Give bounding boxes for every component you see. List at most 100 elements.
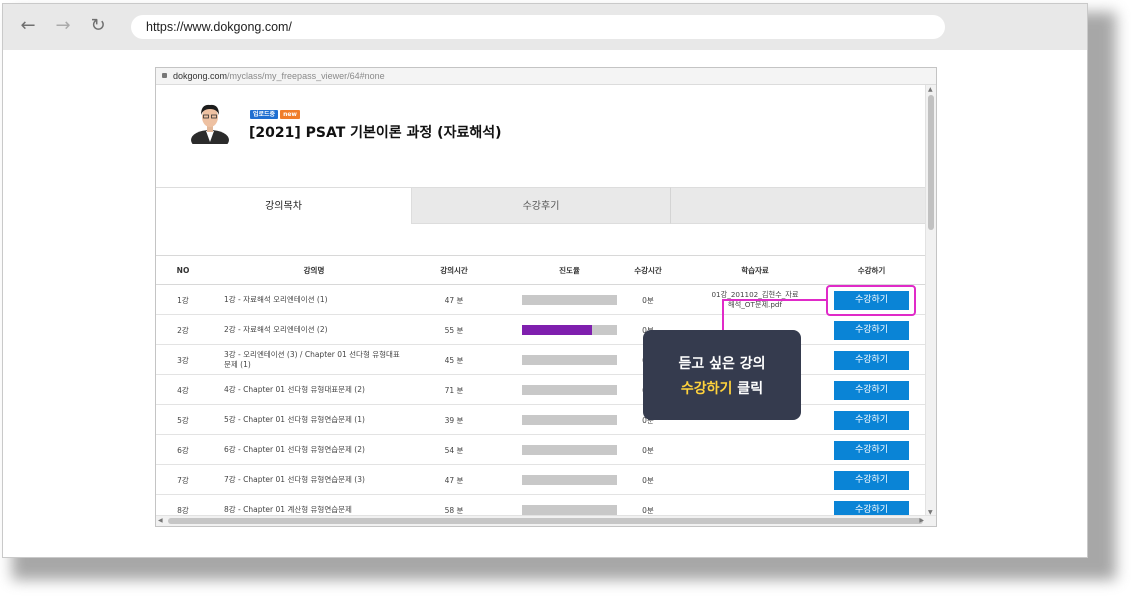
back-arrow-icon[interactable]: ← <box>17 15 39 37</box>
watch-lecture-button[interactable]: 수강하기 <box>834 440 909 460</box>
progress-cell <box>522 285 617 315</box>
horizontal-scroll-thumb[interactable] <box>168 518 923 524</box>
viewer-tabs: 강의목차 수강후기 <box>156 187 927 224</box>
scroll-right-arrow-icon[interactable]: ▶ <box>919 516 924 526</box>
watch-cell: 수강하기 <box>834 345 909 375</box>
lecture-number: 4강 <box>177 385 189 395</box>
table-row: 2강2강 - 자료해석 오리엔테이션 (2)55 분0분수강하기 <box>156 315 927 345</box>
table-row: 8강 8강 - Chapter 01 계산형 유형연습문제 58 분 0분 수강하기 <box>156 495 927 517</box>
study-time: 0분 <box>642 505 654 515</box>
progress-cell <box>522 435 617 465</box>
table-row: 7강 7강 - Chapter 01 선다형 유형연습문제 (3) 47 분 0분 수강… <box>156 465 927 495</box>
header-no: NO <box>176 266 190 275</box>
watch-lecture-button[interactable]: 수강하기 <box>834 320 909 340</box>
progress-bar <box>522 445 617 455</box>
material-link <box>711 435 799 465</box>
progress-bar <box>522 295 617 305</box>
callout-line-2: 수강하기 클릭 <box>643 377 801 402</box>
progress-bar <box>522 505 617 515</box>
study-time: 0분 <box>642 295 654 305</box>
material-link <box>711 465 799 495</box>
lecture-name: 3강 - 오리엔테이션 (3) / Chapter 01 선다형 유형대표문제 … <box>224 350 400 369</box>
header-progress: 진도율 <box>559 266 580 275</box>
lecture-name: 7강 - Chapter 01 선다형 유형연습문제 (3) <box>224 475 365 484</box>
lecture-duration: 71 분 <box>444 385 464 395</box>
table-header: NO 강의명 강의시간 진도율 수강시간 학습자료 수강하기 <box>156 255 927 285</box>
new-badge: new <box>280 110 300 119</box>
lecture-duration: 58 분 <box>444 505 464 515</box>
course-badges: 업로드중 new <box>250 110 300 119</box>
address-bar[interactable]: https://www.dokgong.com/ <box>131 15 945 39</box>
watch-lecture-button[interactable]: 수강하기 <box>834 470 909 490</box>
study-time: 0분 <box>642 445 654 455</box>
lecture-duration: 47 분 <box>444 475 464 485</box>
study-time: 0분 <box>642 475 654 485</box>
browser-toolbar: ← → ↻ https://www.dokgong.com/ <box>3 4 1087 50</box>
reload-icon[interactable]: ↻ <box>87 15 109 37</box>
vertical-scroll-thumb[interactable] <box>928 95 934 230</box>
lecture-number: 8강 <box>177 505 189 515</box>
instructor-avatar <box>191 104 229 144</box>
progress-bar <box>522 415 617 425</box>
uploading-badge: 업로드중 <box>250 110 279 119</box>
watch-cell: 수강하기 <box>834 405 909 435</box>
callout-line-1: 듣고 싶은 강의 <box>678 356 766 372</box>
tab-lecture-list[interactable]: 강의목차 <box>156 187 412 224</box>
viewer-popup-window: dokgong.com/myclass/my_freepass_viewer/6… <box>155 67 937 527</box>
scroll-up-arrow-icon[interactable]: ▲ <box>928 86 933 93</box>
lecture-duration: 47 분 <box>444 295 464 305</box>
callout-connector-vertical <box>722 299 724 331</box>
tab-reviews[interactable]: 수강후기 <box>412 187 670 224</box>
lecture-name: 2강 - 자료해석 오리엔테이션 (2) <box>224 325 328 334</box>
progress-bar <box>522 355 617 365</box>
header-watch: 수강하기 <box>857 266 886 275</box>
lecture-name: 5강 - Chapter 01 선다형 유형연습문제 (1) <box>224 415 365 424</box>
lecture-number: 5강 <box>177 415 189 425</box>
popup-url-path: /myclass/my_freepass_viewer/64#none <box>227 71 385 81</box>
lecture-duration: 54 분 <box>444 445 464 455</box>
scroll-left-arrow-icon[interactable]: ◀ <box>158 516 163 526</box>
lock-icon <box>162 73 167 78</box>
material-link <box>711 495 799 517</box>
header-lecture-name: 강의명 <box>303 266 325 275</box>
callout-connector-horizontal <box>722 299 827 301</box>
progress-bar <box>522 385 617 395</box>
watch-lecture-button[interactable]: 수강하기 <box>834 380 909 400</box>
watch-cell: 수강하기 <box>834 465 909 495</box>
lecture-number: 3강 <box>177 355 189 365</box>
watch-lecture-button[interactable]: 수강하기 <box>834 350 909 370</box>
table-row: 4강4강 - Chapter 01 선다형 유형대표문제 (2)71 분0분수강… <box>156 375 927 405</box>
watch-button-highlight <box>826 285 916 316</box>
watch-cell: 수강하기 <box>834 495 909 517</box>
watch-cell: 수강하기 <box>834 435 909 465</box>
vertical-scrollbar[interactable]: ▲ ▼ <box>925 85 936 517</box>
lecture-name: 6강 - Chapter 01 선다형 유형연습문제 (2) <box>224 445 365 454</box>
popup-url-host: dokgong.com <box>173 71 228 81</box>
lecture-number: 1강 <box>177 295 189 305</box>
instruction-callout: 듣고 싶은 강의 수강하기 클릭 <box>643 330 801 420</box>
table-row: 5강 5강 - Chapter 01 선다형 유형연습문제 (1) 39 분 0분 수강… <box>156 405 927 435</box>
progress-cell <box>522 315 617 345</box>
progress-cell <box>522 465 617 495</box>
table-row: 6강 6강 - Chapter 01 선다형 유형연습문제 (2) 54 분 0분 수강… <box>156 435 927 465</box>
callout-highlight-text: 수강하기 <box>680 381 733 397</box>
lecture-number: 7강 <box>177 475 189 485</box>
progress-cell <box>522 375 617 405</box>
lecture-duration: 39 분 <box>444 415 464 425</box>
lecture-name: 8강 - Chapter 01 계산형 유형연습문제 <box>224 505 352 514</box>
lecture-number: 6강 <box>177 445 189 455</box>
watch-lecture-button[interactable]: 수강하기 <box>834 410 909 430</box>
table-row: 3강 3강 - 오리엔테이션 (3) / Chapter 01 선다형 유형대표문… <box>156 345 927 375</box>
lecture-name: 1강 - 자료해석 오리엔테이션 (1) <box>224 295 328 304</box>
header-lecture-time: 강의시간 <box>440 266 468 275</box>
progress-cell <box>522 495 617 517</box>
horizontal-scrollbar[interactable]: ◀ ▶ <box>156 515 936 526</box>
lecture-name: 4강 - Chapter 01 선다형 유형대표문제 (2) <box>224 385 365 394</box>
watch-cell: 수강하기 <box>834 375 909 405</box>
lecture-number: 2강 <box>177 325 189 335</box>
header-materials: 학습자료 <box>741 266 769 275</box>
course-title: [2021] PSAT 기본이론 과정 (자료해석) <box>249 125 502 141</box>
progress-bar <box>522 475 617 485</box>
forward-arrow-icon[interactable]: → <box>52 15 74 37</box>
progress-cell <box>522 345 617 375</box>
